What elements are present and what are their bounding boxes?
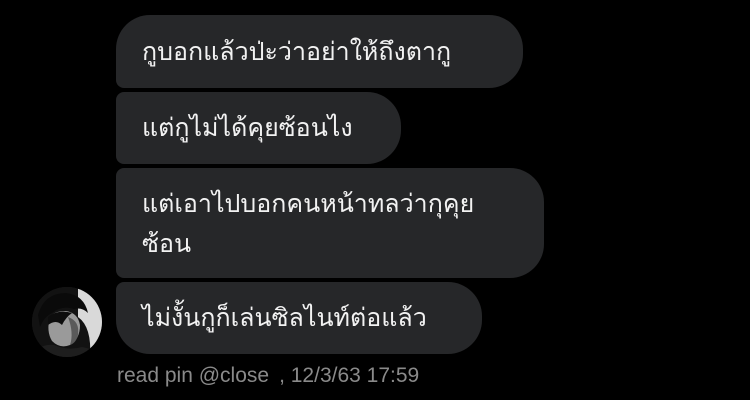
message-bubble[interactable]: ไม่งั้นกูก็เล่นซิลไนท์ต่อแล้ว — [116, 282, 482, 354]
user-avatar-icon — [32, 287, 102, 357]
message-timestamp: , 12/3/63 17:59 — [279, 364, 420, 387]
read-receipt: read pin @close , 12/3/63 17:59 — [117, 362, 419, 390]
message-bubble[interactable]: แต่เอาไปบอกคนหน้าทลว่ากุคุย ซ้อน — [116, 168, 544, 278]
read-label: read pin @close — [117, 364, 270, 387]
message-bubble[interactable]: กูบอกแล้วป่ะว่าอย่าให้ถึงตากู — [116, 15, 523, 88]
message-text: ไม่งั้นกูก็เล่นซิลไนท์ต่อแล้ว — [142, 303, 427, 332]
chat-thread: กูบอกแล้วป่ะว่าอย่าให้ถึงตากู แต่กูไม่ได… — [0, 0, 750, 400]
avatar[interactable] — [32, 287, 102, 357]
message-bubble[interactable]: แต่กูไม่ได้คุยซ้อนไง — [116, 92, 401, 164]
message-text: กูบอกแล้วป่ะว่าอย่าให้ถึงตากู — [142, 36, 452, 66]
message-text: แต่กูไม่ได้คุยซ้อนไง — [142, 113, 353, 142]
message-text: แต่เอาไปบอกคนหน้าทลว่ากุคุย ซ้อน — [142, 189, 475, 258]
